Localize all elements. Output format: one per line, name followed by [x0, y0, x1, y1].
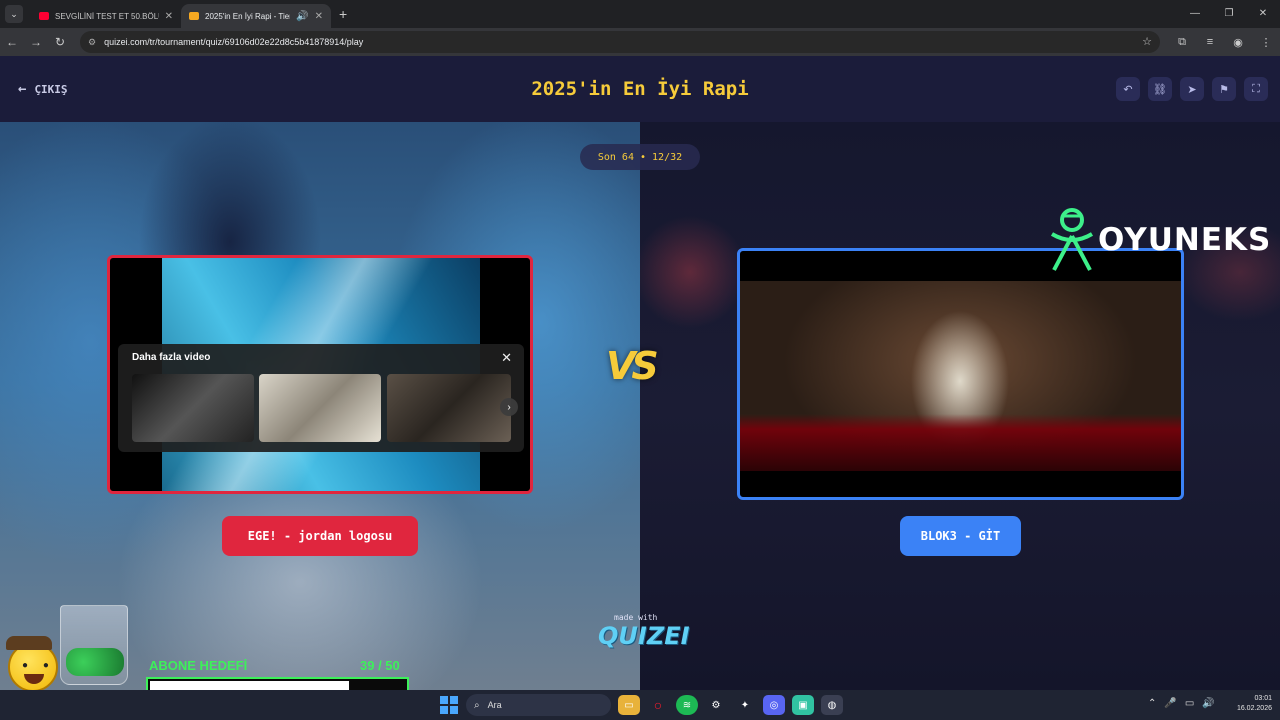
browser-tab-bar: ⌄ SEVGİLİNİ TEST ET 50.BÖLÜM - ✕ 2025'in…: [0, 0, 1280, 28]
video-thumbnail[interactable]: [132, 374, 254, 442]
clock-date: 16.02.2026: [1236, 705, 1272, 712]
pick-right-button[interactable]: BLOK3 - GİT: [900, 516, 1021, 556]
chrome-icon[interactable]: ◍: [821, 695, 843, 715]
video-thumbnail[interactable]: [259, 374, 381, 442]
volume-icon[interactable]: 🔊: [1202, 698, 1214, 709]
discord-icon[interactable]: ◎: [763, 695, 785, 715]
bookmark-star-icon[interactable]: ☆: [1142, 35, 1152, 48]
url-text: quizei.com/tr/tournament/quiz/69106d02e2…: [104, 37, 364, 47]
opera-icon[interactable]: ○: [647, 695, 669, 715]
undo-icon[interactable]: ↶: [1116, 77, 1140, 101]
restore-icon[interactable]: ❐: [1212, 0, 1246, 28]
audio-icon[interactable]: 🔊: [296, 11, 308, 22]
display-icon[interactable]: ▭: [1185, 698, 1194, 709]
youtube-favicon-icon: [39, 12, 49, 20]
video-thumbnail[interactable]: [387, 374, 511, 442]
close-window-icon[interactable]: ✕: [1246, 0, 1280, 28]
share-icon[interactable]: ➤: [1180, 77, 1204, 101]
file-explorer-icon[interactable]: ▭: [618, 695, 640, 715]
close-tab-icon[interactable]: ✕: [165, 11, 173, 22]
tab-youtube[interactable]: SEVGİLİNİ TEST ET 50.BÖLÜM - ✕: [31, 4, 181, 28]
new-tab-button[interactable]: +: [339, 6, 347, 22]
pick-left-button[interactable]: EGE! - jordan logosu: [222, 516, 418, 556]
system-tray: ⌃ 🎤 ▭ 🔊: [1148, 698, 1215, 709]
chevron-up-icon[interactable]: ⌃: [1148, 698, 1156, 709]
right-video[interactable]: [740, 281, 1181, 471]
windows-start-icon[interactable]: [440, 696, 458, 714]
profile-icon[interactable]: ◉: [1224, 36, 1252, 49]
round-indicator: Son 64 • 12/32: [580, 144, 700, 170]
subscriber-goal-count: 39 / 50: [360, 658, 400, 673]
windows-taskbar: ⌕ Ara ▭ ○ ≋ ⚙ ✦ ◎ ▣ ◍ ⌃ 🎤 ▭ 🔊 03:01 16.0…: [0, 690, 1280, 720]
search-icon: ⌕: [474, 699, 480, 711]
header-actions: ↶ ⛓ ➤ ⚑ ⛶: [1116, 77, 1268, 101]
site-info-icon[interactable]: ⚙: [88, 37, 96, 48]
address-bar[interactable]: ⚙ quizei.com/tr/tournament/quiz/69106d02…: [80, 31, 1160, 53]
app-icon[interactable]: ✦: [734, 695, 756, 715]
browser-toolbar: ← → ↻ ⚙ quizei.com/tr/tournament/quiz/69…: [0, 28, 1280, 56]
menu-icon[interactable]: ⋮: [1252, 36, 1280, 49]
tab-title: SEVGİLİNİ TEST ET 50.BÖLÜM -: [55, 11, 159, 21]
steam-icon[interactable]: ⚙: [705, 695, 727, 715]
extensions-icon[interactable]: ⧉: [1168, 36, 1196, 49]
taskbar-search[interactable]: ⌕ Ara: [466, 694, 611, 716]
link-icon[interactable]: ⛓: [1148, 77, 1172, 101]
watermark-text: OYUNEKS: [1098, 222, 1272, 258]
browser-actions: ⧉ ≡ ◉ ⋮: [1168, 28, 1280, 56]
more-videos-title: Daha fazla video: [132, 352, 211, 363]
quiz-header: ← ÇIKIŞ 2025'in En İyi Rapi ↶ ⛓ ➤ ⚑ ⛶: [0, 56, 1280, 122]
oyuneks-logo-icon: [1050, 208, 1094, 271]
oyuneks-watermark: OYUNEKS: [1048, 206, 1271, 274]
close-overlay-icon[interactable]: ✕: [501, 350, 512, 366]
tab-search-icon[interactable]: ⌄: [5, 5, 23, 23]
microphone-icon[interactable]: 🎤: [1164, 698, 1176, 709]
chevron-right-icon[interactable]: ›: [500, 398, 518, 416]
spotify-icon[interactable]: ≋: [676, 695, 698, 715]
quizei-favicon-icon: [189, 12, 199, 20]
more-videos-overlay: Daha fazla video ✕ ›: [118, 344, 524, 452]
search-placeholder: Ara: [487, 700, 502, 710]
window-controls: — ❐ ✕: [1178, 0, 1280, 28]
minimize-icon[interactable]: —: [1178, 0, 1212, 28]
clock-time: 03:01: [1254, 695, 1272, 702]
system-clock[interactable]: 03:01 16.02.2026: [1226, 694, 1272, 714]
reload-icon[interactable]: ↻: [48, 35, 72, 49]
close-tab-icon[interactable]: ✕: [315, 11, 323, 22]
quiz-title: 2025'in En İyi Rapi: [531, 78, 749, 100]
media-icon[interactable]: ≡: [1196, 36, 1224, 48]
tab-quizei[interactable]: 2025'in En İyi Rapi - Tier Lis 🔊 ✕: [181, 4, 331, 28]
quizei-logo[interactable]: QUIZEI: [598, 622, 690, 650]
back-icon[interactable]: ←: [0, 35, 24, 49]
streamlabs-icon[interactable]: ▣: [792, 695, 814, 715]
tab-title: 2025'in En İyi Rapi - Tier Lis: [205, 11, 290, 21]
coins-icon: [66, 648, 124, 676]
subscriber-goal-label: ABONE HEDEFİ: [149, 658, 248, 673]
forward-icon[interactable]: →: [24, 35, 48, 49]
fullscreen-icon[interactable]: ⛶: [1244, 77, 1268, 101]
made-with-label: made with: [614, 613, 658, 622]
flag-icon[interactable]: ⚑: [1212, 77, 1236, 101]
quiz-stage: Son 64 • 12/32 Daha fazla video ✕ › VS E…: [0, 122, 1280, 690]
versus-icon: VS: [606, 344, 659, 388]
right-video-card[interactable]: [737, 248, 1184, 500]
smiley-hat-icon: ● ●: [6, 636, 58, 692]
left-video-card[interactable]: Daha fazla video ✕ ›: [107, 255, 533, 494]
taskbar-apps: ▭ ○ ≋ ⚙ ✦ ◎ ▣ ◍: [618, 695, 843, 715]
